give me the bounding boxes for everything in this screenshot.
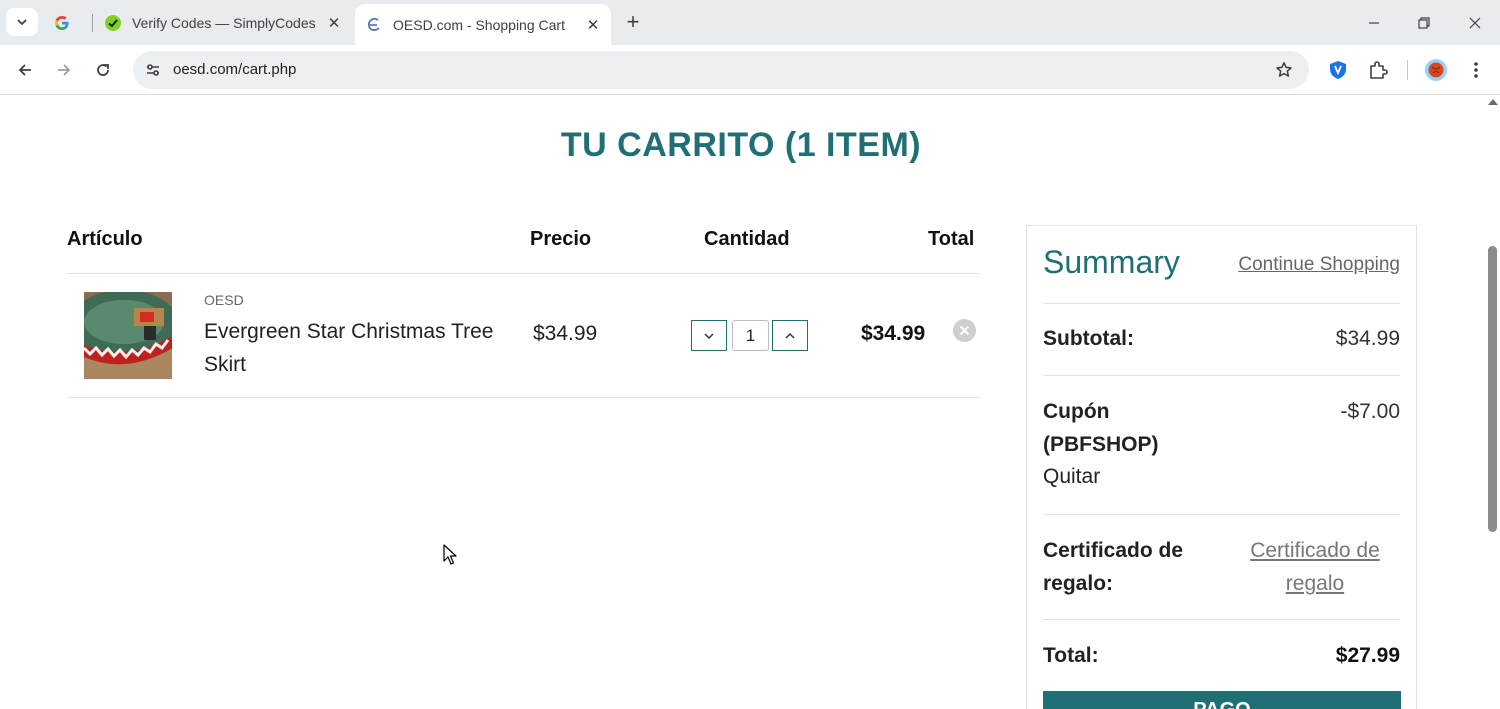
address-bar[interactable]: oesd.com/cart.php (133, 51, 1309, 89)
coupon-value: -$7.00 (1340, 400, 1400, 423)
url-text: oesd.com/cart.php (173, 61, 297, 78)
close-icon (959, 325, 970, 336)
column-header-cantidad: Cantidad (704, 228, 790, 250)
page-content: TU CARRITO (1 ITEM) Artículo Precio Cant… (0, 96, 1485, 709)
minimize-icon (1369, 21, 1379, 24)
subtotal-value: $34.99 (1335, 327, 1400, 350)
remove-item-button[interactable] (953, 319, 976, 342)
order-summary: Summary Continue Shopping Subtotal: $34.… (1026, 225, 1417, 709)
product-price: $34.99 (533, 322, 598, 345)
mouse-cursor-icon (443, 544, 457, 565)
close-tab-icon[interactable]: ✕ (324, 13, 344, 33)
tab-strip: Verify Codes — SimplyCodes ✕ OESD.com - … (0, 0, 1500, 45)
oesd-icon (365, 16, 383, 34)
page-scrollbar[interactable] (1485, 96, 1500, 709)
shield-icon (1330, 61, 1346, 79)
forward-button[interactable] (49, 55, 79, 85)
forward-arrow-icon (58, 64, 71, 76)
total-value: $27.99 (1335, 644, 1400, 667)
bookmark-star-button[interactable] (1273, 59, 1295, 81)
subtotal-label: Subtotal: (1043, 327, 1134, 350)
total-label: Total: (1043, 644, 1099, 667)
profile-avatar[interactable] (1422, 56, 1450, 84)
toolbar-separator (1407, 60, 1408, 80)
new-tab-button[interactable]: + (620, 9, 646, 35)
tab-title: OESD.com - Shopping Cart (393, 16, 565, 33)
tab-oesd-cart[interactable]: OESD.com - Shopping Cart ✕ (355, 4, 611, 45)
divider (67, 397, 980, 398)
star-icon (1276, 62, 1292, 77)
puzzle-icon (1370, 61, 1388, 79)
browser-menu-button[interactable] (1462, 56, 1490, 84)
line-total: $34.99 (861, 322, 926, 345)
column-header-total: Total (928, 228, 975, 250)
tab-separator (92, 14, 93, 32)
minimize-button[interactable] (1349, 0, 1399, 45)
chevron-up-icon (785, 332, 795, 339)
tune-icon (147, 64, 159, 76)
restore-icon (1418, 16, 1430, 29)
chevron-down-icon (704, 332, 714, 339)
tab-search-button[interactable] (6, 8, 38, 36)
cart-title: TU CARRITO (1 ITEM) (560, 126, 922, 164)
tab-simplycodes[interactable]: Verify Codes — SimplyCodes ✕ (94, 0, 352, 45)
extension-shield-button[interactable] (1324, 56, 1352, 84)
divider (1043, 375, 1400, 376)
back-button[interactable] (10, 55, 40, 85)
coupon-label: Cupón (PBFSHOP) (1043, 400, 1159, 456)
tab-title: Verify Codes — SimplyCodes (132, 14, 316, 31)
reload-icon (97, 64, 109, 76)
checkout-button[interactable]: PAGO (1043, 691, 1401, 709)
divider (1043, 514, 1400, 515)
divider (67, 273, 980, 274)
close-icon (1469, 17, 1481, 28)
divider (1043, 619, 1400, 620)
product-brand: OESD (204, 292, 244, 308)
simplycodes-icon (104, 14, 122, 32)
back-arrow-icon (18, 64, 31, 76)
column-header-articulo: Artículo (67, 228, 143, 250)
site-info-button[interactable] (139, 56, 167, 84)
remove-coupon-link[interactable]: Quitar (1043, 465, 1100, 489)
restore-button[interactable] (1399, 0, 1449, 45)
browser-toolbar: oesd.com/cart.php (0, 45, 1500, 95)
product-name-link[interactable]: Evergreen Star Christmas Tree Skirt (204, 315, 494, 381)
divider (1043, 303, 1400, 304)
extensions-button[interactable] (1364, 56, 1392, 84)
reload-button[interactable] (88, 55, 118, 85)
close-window-button[interactable] (1450, 0, 1500, 45)
quantity-input[interactable]: 1 (732, 320, 769, 351)
quantity-increase-button[interactable] (772, 320, 808, 351)
continue-shopping-link[interactable]: Continue Shopping (1238, 254, 1400, 276)
more-vertical-icon (1474, 62, 1478, 78)
scroll-up-arrow-icon[interactable] (1488, 99, 1498, 105)
product-thumbnail[interactable] (84, 292, 172, 379)
summary-title: Summary (1043, 244, 1180, 280)
quantity-decrease-button[interactable] (691, 320, 727, 351)
gift-certificate-label: Certificado de regalo: (1043, 539, 1184, 595)
column-header-precio: Precio (530, 228, 592, 250)
scrollbar-thumb[interactable] (1488, 246, 1497, 532)
gift-certificate-link[interactable]: Certificado de regalo (1233, 534, 1397, 600)
google-icon (53, 14, 71, 32)
chevron-down-icon (17, 19, 27, 26)
tab-google[interactable] (44, 0, 90, 45)
close-tab-icon[interactable]: ✕ (583, 15, 603, 35)
avatar-icon (1425, 59, 1447, 81)
